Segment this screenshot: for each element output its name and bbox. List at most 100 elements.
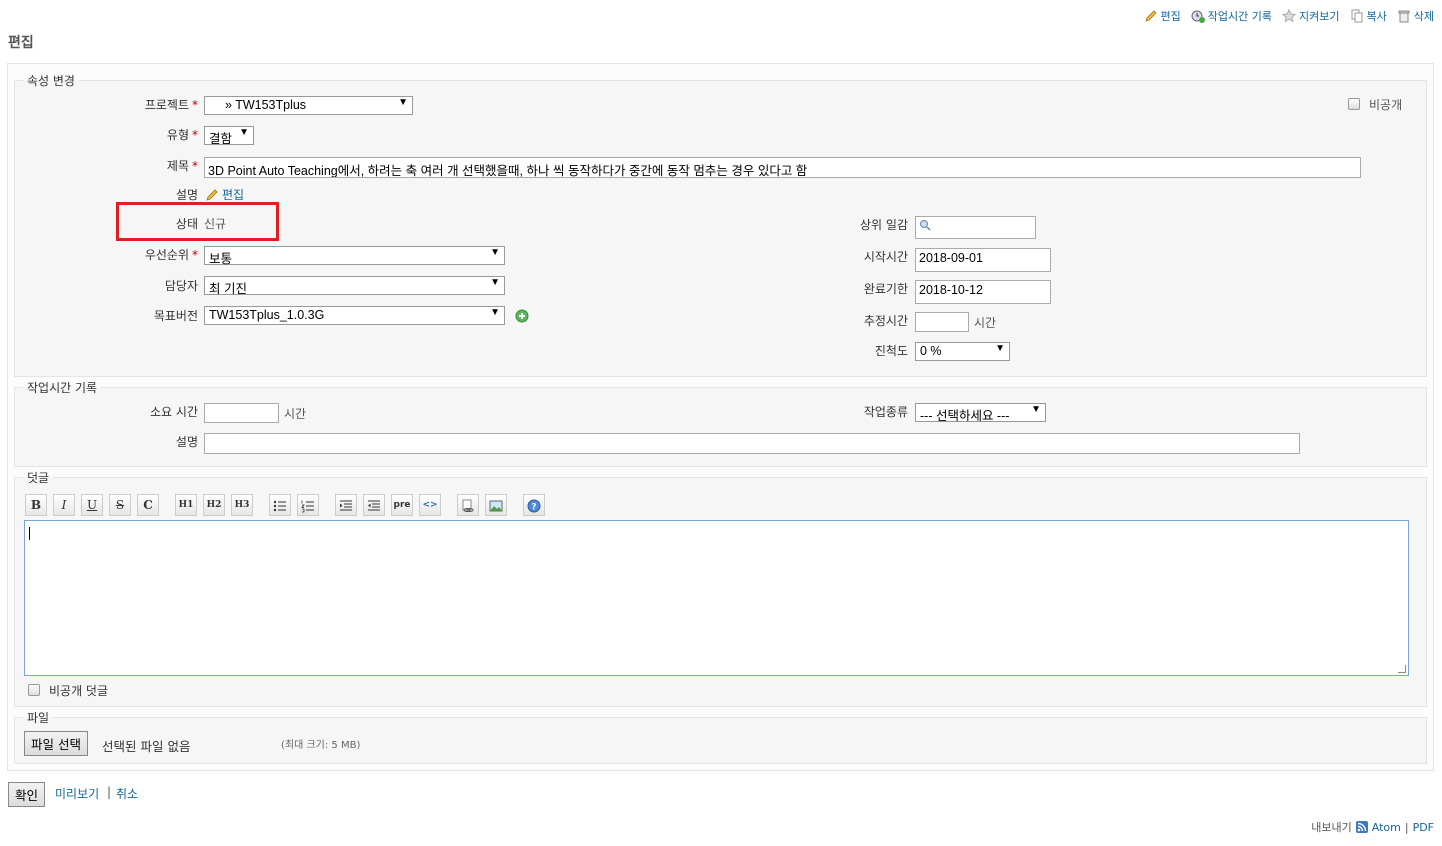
copy-link-label: 복사	[1366, 10, 1387, 23]
heading2-button[interactable]: H2	[203, 494, 225, 516]
link-button[interactable]	[457, 494, 479, 516]
time-hours-label: 소요 시간	[150, 405, 198, 419]
subject-label: 제목 *	[166, 159, 198, 173]
delete-link[interactable]: 삭제	[1397, 8, 1434, 24]
assignee-label: 담당자	[164, 279, 198, 293]
svg-text:?: ?	[531, 503, 536, 513]
no-file-selected-text: 선택된 파일 없음	[102, 739, 191, 754]
project-label: 프로젝트 *	[144, 98, 198, 112]
atom-link[interactable]: Atom	[1372, 821, 1401, 834]
due-date-input[interactable]: 2018-10-12	[915, 280, 1051, 304]
italic-button[interactable]: I	[53, 494, 75, 516]
version-label: 목표버전	[153, 309, 198, 323]
preview-link[interactable]: 미리보기	[55, 785, 99, 802]
copy-link[interactable]: 복사	[1350, 8, 1387, 24]
activity-select[interactable]: --- 선택하세요 --- ▼	[915, 403, 1046, 423]
actions-separator: |	[107, 785, 112, 799]
watch-link[interactable]: 지켜보기	[1282, 8, 1340, 24]
pencil-icon	[1144, 10, 1157, 22]
priority-label: 우선순위 *	[144, 248, 198, 262]
time-comment-input[interactable]	[204, 433, 1300, 454]
time-hours-unit: 시간	[284, 407, 307, 421]
delete-link-label: 삭제	[1413, 10, 1434, 23]
description-label: 설명	[175, 188, 198, 202]
search-icon	[920, 220, 931, 231]
edit-link[interactable]: 편집	[1144, 8, 1181, 24]
help-icon: ?	[527, 499, 541, 513]
help-button[interactable]: ?	[523, 494, 545, 516]
private-label: 비공개	[1369, 98, 1403, 112]
heading1-button[interactable]: H1	[175, 494, 197, 516]
unquote-button[interactable]	[363, 494, 385, 516]
outdent-icon	[368, 500, 380, 511]
max-size-text: (최대 크기: 5 MB)	[281, 740, 361, 751]
numbered-list-icon	[301, 500, 314, 513]
priority-select[interactable]: 보통 ▼	[204, 246, 505, 266]
parent-issue-input[interactable]	[915, 216, 1036, 239]
notes-legend: 덧글	[27, 471, 50, 485]
pencil-icon	[206, 188, 218, 201]
files-fieldset: 파일	[14, 709, 1427, 764]
log-time-link-label: 작업시간 기록	[1207, 10, 1273, 23]
time-entry-legend: 작업시간 기록	[27, 381, 98, 395]
description-edit-link[interactable]: 편집	[205, 186, 244, 203]
bullet-list-icon	[273, 500, 286, 512]
assignee-select[interactable]: 최 기진 ▼	[204, 276, 505, 296]
copy-icon	[1351, 9, 1362, 23]
heading3-button[interactable]: H3	[231, 494, 253, 516]
log-time-link[interactable]: 작업시간 기록	[1191, 8, 1272, 24]
ordered-list-button[interactable]	[297, 494, 319, 516]
page-title: 편집	[8, 35, 34, 51]
pdf-link[interactable]: PDF	[1413, 821, 1434, 834]
feed-icon	[1355, 821, 1368, 833]
preformatted-button[interactable]: pre	[391, 494, 413, 516]
quote-button[interactable]	[335, 494, 357, 516]
estimated-hours-label: 추정시간	[863, 314, 908, 328]
version-select[interactable]: TW153Tplus_1.0.3G ▼	[204, 306, 505, 325]
clock-add-icon	[1191, 10, 1205, 23]
activity-label: 작업종류	[863, 405, 908, 419]
tracker-select[interactable]: 결함 ▼	[204, 126, 254, 146]
parent-issue-label: 상위 일감	[860, 218, 908, 232]
time-hours-input[interactable]	[204, 403, 279, 423]
code-highlight-button[interactable]: <>	[419, 494, 441, 516]
private-notes-label: 비공개 덧글	[49, 684, 109, 698]
trash-icon	[1398, 10, 1410, 23]
strikethrough-button[interactable]: S	[109, 494, 131, 516]
choose-file-button[interactable]: 파일 선택	[24, 731, 88, 756]
export-label: 내보내기	[1311, 821, 1352, 834]
attributes-legend: 속성 변경	[27, 74, 75, 88]
done-ratio-label: 진척도	[874, 344, 908, 358]
status-highlight-box	[116, 202, 279, 241]
project-select[interactable]: » TW153Tplus ▼	[204, 96, 413, 115]
private-notes-checkbox[interactable]	[28, 684, 40, 696]
link-icon	[462, 499, 474, 512]
unordered-list-button[interactable]	[269, 494, 291, 516]
submit-button[interactable]: 확인	[8, 782, 46, 807]
resize-handle[interactable]	[1398, 665, 1406, 673]
export-links: 내보내기 Atom | PDF	[1311, 819, 1434, 835]
code-button[interactable]: C	[137, 494, 159, 516]
private-checkbox[interactable]	[1348, 98, 1360, 110]
estimated-hours-input[interactable]	[915, 312, 969, 332]
cancel-link[interactable]: 취소	[116, 785, 138, 802]
files-legend: 파일	[27, 711, 50, 725]
image-button[interactable]	[485, 494, 507, 516]
text-caret	[29, 527, 30, 540]
estimated-hours-unit: 시간	[974, 316, 997, 330]
time-comment-label: 설명	[175, 435, 198, 449]
due-date-label: 완료기한	[863, 282, 908, 296]
done-ratio-select[interactable]: 0 % ▼	[915, 342, 1010, 361]
watch-link-label: 지켜보기	[1299, 10, 1340, 23]
start-date-input[interactable]: 2018-09-01	[915, 248, 1051, 272]
subject-input[interactable]: 3D Point Auto Teaching에서, 하려는 축 여러 개 선택했…	[204, 157, 1361, 178]
image-icon	[489, 500, 503, 512]
underline-button[interactable]: U	[81, 494, 103, 516]
bold-button[interactable]: B	[25, 494, 47, 516]
indent-icon	[340, 500, 352, 511]
add-version-icon[interactable]	[515, 309, 529, 323]
edit-link-label: 편집	[1160, 10, 1181, 23]
description-edit-label: 편집	[222, 188, 245, 202]
tracker-label: 유형 *	[166, 128, 198, 142]
notes-textarea[interactable]	[24, 520, 1409, 676]
